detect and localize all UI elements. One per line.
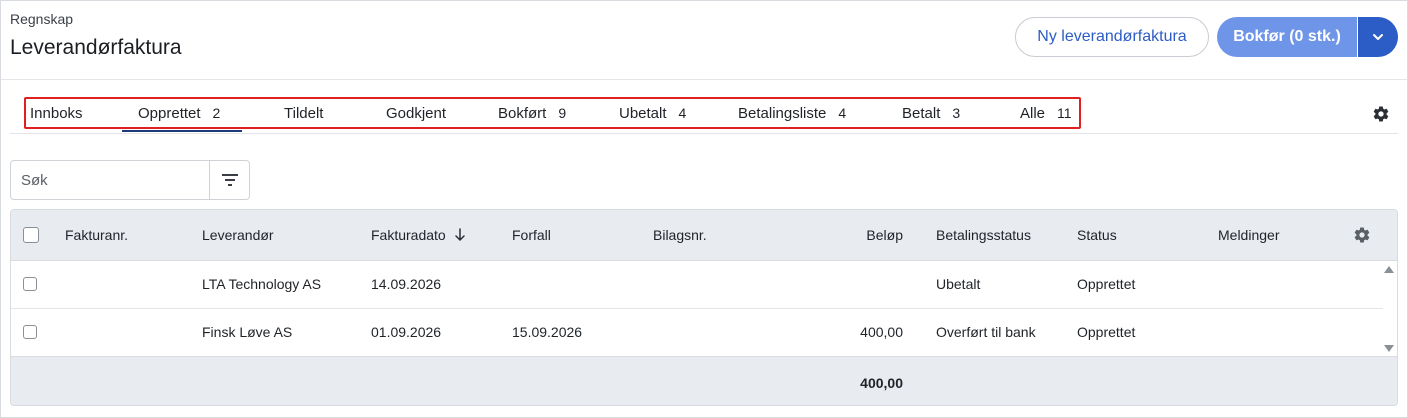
table-row[interactable]: Finsk Løve AS 01.09.2026 15.09.2026 400,… xyxy=(11,308,1383,357)
tab-betalt[interactable]: Betalt 3 xyxy=(902,99,960,127)
tab-label: Innboks xyxy=(30,104,83,122)
cell-status: Opprettet xyxy=(1077,276,1136,292)
header-divider xyxy=(1,79,1407,80)
chevron-down-icon xyxy=(1373,34,1383,40)
select-all-cell xyxy=(23,210,39,260)
tab-tildelt[interactable]: Tildelt xyxy=(284,99,323,127)
tab-count: 3 xyxy=(952,105,961,121)
gear-icon xyxy=(1373,106,1389,122)
cell-due: 15.09.2026 xyxy=(512,324,583,340)
column-payment-status[interactable]: Betalingsstatus xyxy=(936,210,1031,260)
column-amount[interactable]: Beløp xyxy=(803,210,903,260)
tab-opprettet[interactable]: Opprettet 2 xyxy=(138,99,220,127)
column-status[interactable]: Status xyxy=(1077,210,1117,260)
tab-count: 11 xyxy=(1057,105,1072,121)
cell-payment-status: Overført til bank xyxy=(936,324,1036,340)
invoice-table: Fakturanr. Leverandør Fakturadato Forfal… xyxy=(10,209,1398,406)
tab-innboks[interactable]: Innboks xyxy=(30,99,83,127)
row-select-cell xyxy=(23,308,37,356)
column-label: Fakturadato xyxy=(371,227,446,243)
total-amount: 400,00 xyxy=(860,374,903,391)
tab-count: 9 xyxy=(558,105,567,121)
tab-label: Betalingsliste xyxy=(738,104,827,122)
select-all-checkbox[interactable] xyxy=(23,227,39,243)
table-row[interactable]: LTA Technology AS 14.09.2026 Ubetalt Opp… xyxy=(11,260,1383,309)
cell-supplier: Finsk Løve AS xyxy=(202,324,293,340)
table-settings-button[interactable] xyxy=(1353,210,1371,260)
tab-count: 2 xyxy=(212,105,221,121)
scroll-down-arrow[interactable] xyxy=(1384,345,1394,352)
arrow-down-icon xyxy=(454,228,465,241)
active-tab-indicator xyxy=(122,130,242,132)
scroll-up-arrow[interactable] xyxy=(1384,266,1394,273)
tab-label: Ubetalt xyxy=(619,104,667,122)
table-header: Fakturanr. Leverandør Fakturadato Forfal… xyxy=(11,210,1397,261)
tab-label: Bokført xyxy=(498,104,547,122)
search-input[interactable] xyxy=(11,161,209,199)
new-supplier-invoice-button[interactable]: Ny leverandørfaktura xyxy=(1015,17,1209,57)
search-box xyxy=(10,160,250,200)
gear-icon xyxy=(1354,227,1370,243)
tab-count: 4 xyxy=(678,105,687,121)
tab-ubetalt[interactable]: Ubetalt 4 xyxy=(619,99,686,127)
tab-settings-button[interactable] xyxy=(1372,105,1390,128)
post-button[interactable]: Bokfør (0 stk.) xyxy=(1217,17,1357,57)
row-checkbox[interactable] xyxy=(23,325,37,339)
column-invoice-no[interactable]: Fakturanr. xyxy=(65,210,128,260)
filter-button[interactable] xyxy=(209,161,249,199)
tab-bar: Innboks Opprettet 2 Tildelt Godkjent Bok… xyxy=(24,97,1081,129)
cell-amount: 400,00 xyxy=(860,324,903,340)
tab-count: 4 xyxy=(838,105,847,121)
cell-payment-status: Ubetalt xyxy=(936,276,981,292)
tab-bokfort[interactable]: Bokført 9 xyxy=(498,99,566,127)
cell-amount xyxy=(803,260,903,308)
tab-label: Opprettet xyxy=(138,104,201,122)
breadcrumb[interactable]: Regnskap xyxy=(10,11,73,27)
column-due[interactable]: Forfall xyxy=(512,210,551,260)
column-supplier[interactable]: Leverandør xyxy=(202,210,274,260)
tab-label: Tildelt xyxy=(284,104,324,122)
cell-invoice-date: 01.09.2026 xyxy=(371,324,442,340)
page-title: Leverandørfaktura xyxy=(10,36,182,59)
tab-label: Betalt xyxy=(902,104,941,122)
column-voucher-no[interactable]: Bilagsnr. xyxy=(653,210,707,260)
tab-label: Godkjent xyxy=(386,104,447,122)
post-options-button[interactable] xyxy=(1358,17,1398,57)
tab-label: Alle xyxy=(1020,104,1046,122)
cell-status: Opprettet xyxy=(1077,324,1136,340)
cell-supplier: LTA Technology AS xyxy=(202,276,322,292)
table-footer: 400,00 xyxy=(11,356,1397,405)
filter-icon xyxy=(221,174,238,186)
tab-betalingsliste[interactable]: Betalingsliste 4 xyxy=(738,99,846,127)
row-select-cell xyxy=(23,260,37,308)
column-invoice-date[interactable]: Fakturadato xyxy=(371,210,466,260)
cell-invoice-date: 14.09.2026 xyxy=(371,276,442,292)
tabs-divider xyxy=(10,133,1398,134)
row-checkbox[interactable] xyxy=(23,277,37,291)
tab-godkjent[interactable]: Godkjent xyxy=(386,99,446,127)
column-messages[interactable]: Meldinger xyxy=(1218,210,1279,260)
tab-alle[interactable]: Alle 11 xyxy=(1020,99,1072,127)
